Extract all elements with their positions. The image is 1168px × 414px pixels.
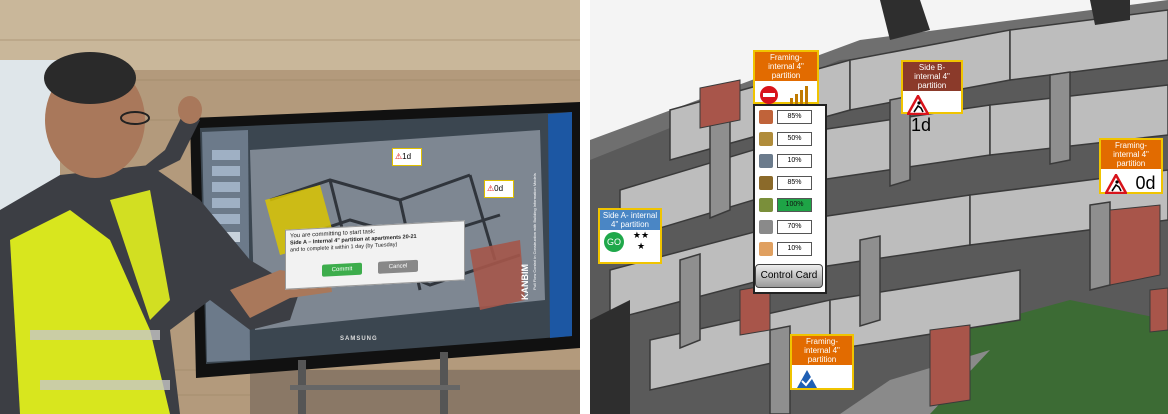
control-card-value: 50% bbox=[777, 132, 812, 146]
control-card-row: 85% bbox=[755, 174, 825, 192]
control-card-value: 100% bbox=[777, 198, 812, 212]
control-card-value: 10% bbox=[777, 242, 812, 256]
control-card-row: 85% bbox=[755, 108, 825, 126]
card-side-b-duration: 1d bbox=[911, 115, 932, 135]
bim-view[interactable]: Framing-internal 4" partition Control Ca… bbox=[590, 0, 1168, 414]
control-card-button[interactable]: Control Card bbox=[755, 264, 823, 288]
screen-card-0d-label: 0d bbox=[494, 184, 504, 193]
screen-card-1d-label: 1d bbox=[402, 152, 412, 161]
card-side-a-title: Side A- internal 4" partition bbox=[600, 210, 660, 230]
card-framing-top-title: Framing-internal 4" partition bbox=[755, 52, 817, 81]
card-side-b-title: Side B- internal 4" partition bbox=[903, 62, 961, 91]
card-framing-right-title: Framing-internal 4" partition bbox=[1101, 140, 1161, 169]
control-card-value: 70% bbox=[777, 220, 812, 234]
bim-model[interactable] bbox=[590, 0, 1168, 414]
kanbim-brand: KANBIM bbox=[520, 264, 530, 300]
screen-card-1d: ⚠1d bbox=[392, 148, 422, 166]
go-badge: GO bbox=[604, 232, 624, 252]
control-card-value: 85% bbox=[777, 110, 812, 124]
card-framing-right-duration: 0d bbox=[1135, 173, 1156, 193]
card-framing-right[interactable]: Framing-internal 4" partition 0d bbox=[1099, 138, 1163, 194]
dialog-cancel-button[interactable]: Cancel bbox=[378, 259, 418, 274]
photo-panel: You are committing to start task: Side A… bbox=[0, 0, 580, 414]
men-at-work-icon bbox=[907, 95, 929, 115]
tv-brand: SAMSUNG bbox=[340, 336, 378, 342]
card-framing-bottom[interactable]: Framing-internal 4" partition bbox=[790, 334, 854, 390]
card-framing-bottom-title: Framing-internal 4" partition bbox=[792, 336, 852, 365]
worker-icon bbox=[759, 242, 773, 256]
control-card-row: 100% bbox=[755, 196, 825, 214]
no-entry-icon bbox=[760, 86, 778, 104]
barrier-icon bbox=[759, 132, 773, 146]
control-card-value: 85% bbox=[777, 176, 812, 190]
control-card-value: 10% bbox=[777, 154, 812, 168]
rating-stars: ★★ ★ bbox=[632, 230, 650, 251]
signal-bars-icon bbox=[790, 86, 809, 106]
photo-scene bbox=[0, 0, 580, 414]
dialog-ok-button[interactable]: Commit bbox=[322, 262, 362, 277]
check-triangle-icon bbox=[797, 370, 817, 388]
men-at-work-icon bbox=[1105, 173, 1127, 194]
control-card-row: 50% bbox=[755, 130, 825, 148]
card-side-b[interactable]: Side B- internal 4" partition 1d bbox=[901, 60, 963, 135]
tools-icon bbox=[759, 220, 773, 234]
screen-card-0d: ⚠0d bbox=[484, 180, 514, 198]
bricks-icon bbox=[759, 110, 773, 124]
commit-dialog: You are committing to start task: Side A… bbox=[285, 220, 465, 290]
control-card-row: 10% bbox=[755, 240, 825, 258]
control-card-row: 70% bbox=[755, 218, 825, 236]
crane-icon bbox=[759, 198, 773, 212]
control-card-row: 10% bbox=[755, 152, 825, 170]
card-framing-top[interactable]: Framing-internal 4" partition bbox=[753, 50, 819, 106]
materials-icon bbox=[759, 176, 773, 190]
document-icon bbox=[759, 154, 773, 168]
card-side-a[interactable]: Side A- internal 4" partition GO ★★ ★ bbox=[598, 208, 662, 264]
kanbim-brand-subtitle: Pull Flow Control in Construction with B… bbox=[532, 173, 537, 290]
